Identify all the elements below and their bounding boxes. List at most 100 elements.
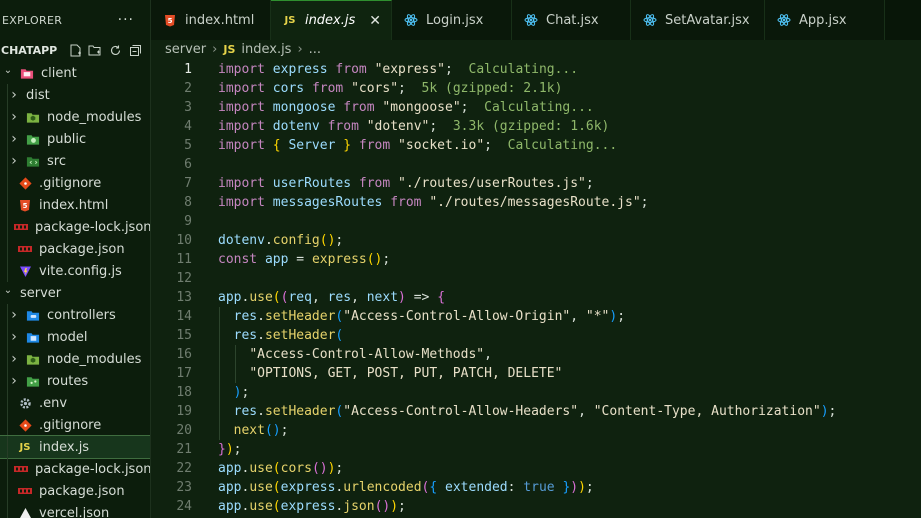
breadcrumb-folder[interactable]: server xyxy=(165,42,206,57)
collapse-all-icon[interactable] xyxy=(128,43,142,57)
folder-item[interactable]: ⌄ client xyxy=(0,62,150,84)
code-line[interactable]: res.setHeader( xyxy=(218,326,344,345)
tab-chat-jsx[interactable]: Chat.jsx xyxy=(512,0,631,40)
svg-text:5: 5 xyxy=(168,17,173,25)
folder-item[interactable]: › src xyxy=(0,150,150,172)
code-line[interactable]: app.use((req, res, next) => { xyxy=(218,288,445,307)
file-item[interactable]: vercel.json xyxy=(0,502,150,518)
indent-guide xyxy=(7,150,8,172)
chevron-down-icon: ⌄ xyxy=(3,65,13,76)
code-indent-guide xyxy=(219,307,220,440)
line-number: 8 xyxy=(184,195,192,210)
refresh-icon[interactable] xyxy=(108,43,122,57)
folder-item[interactable]: › model xyxy=(0,326,150,348)
file-item[interactable]: package.json xyxy=(0,238,150,260)
file-item[interactable]: vite.config.js xyxy=(0,260,150,282)
folder-item[interactable]: › routes xyxy=(0,370,150,392)
code-token: "mongoose" xyxy=(382,100,461,115)
code-token: ; xyxy=(335,461,344,476)
explorer-sidebar: EXPLORER ··· CHATAPP ⌄ client › dist › node_m… xyxy=(0,0,151,518)
code-line[interactable]: import mongoose from "mongoose"; Calcula… xyxy=(218,98,594,117)
breadcrumb: server › JS index.js › ... xyxy=(151,40,921,59)
more-actions-icon[interactable]: ··· xyxy=(118,12,134,28)
file-item[interactable]: package-lock.json xyxy=(0,216,150,238)
folder-item[interactable]: › dist xyxy=(0,84,150,106)
folder-item[interactable]: › public xyxy=(0,128,150,150)
node-folder-icon xyxy=(26,110,40,124)
line-number: 18 xyxy=(176,385,192,400)
code-line[interactable]: import express from "express"; Calculati… xyxy=(218,60,578,79)
code-line[interactable]: next(); xyxy=(218,421,289,440)
code-line[interactable]: app.use(express.json()); xyxy=(218,497,406,516)
code-token: express xyxy=(280,480,336,495)
code-token: import xyxy=(218,62,273,77)
file-item[interactable]: JS index.js xyxy=(0,435,150,459)
code-token: ; xyxy=(617,309,626,324)
breadcrumb-file[interactable]: index.js xyxy=(241,42,291,57)
code-line[interactable]: app.use(express.urlencoded({ extended: t… xyxy=(218,478,594,497)
react-icon xyxy=(524,13,538,27)
controllers-folder-icon xyxy=(26,308,40,322)
project-header[interactable]: CHATAPP xyxy=(0,40,150,60)
tree-item-label: index.js xyxy=(39,439,90,455)
file-item[interactable]: .gitignore xyxy=(0,172,150,194)
code-token: => xyxy=(405,290,438,305)
code-line[interactable]: res.setHeader("Access-Control-Allow-Orig… xyxy=(218,307,625,326)
breadcrumb-symbol[interactable]: ... xyxy=(309,42,321,57)
folder-item[interactable]: › node_modules xyxy=(0,348,150,370)
code-line[interactable]: import dotenv from "dotenv"; 3.3k (gzipp… xyxy=(218,117,609,136)
tab-index-js[interactable]: JS index.js ✕ xyxy=(271,0,392,40)
code-token: ( xyxy=(272,499,281,514)
code-line[interactable]: "Access-Control-Allow-Methods", xyxy=(218,345,492,364)
code-line[interactable]: app.use(cors()); xyxy=(218,459,343,478)
code-token: "*" xyxy=(585,309,610,324)
tab-setavatar-jsx[interactable]: SetAvatar.jsx xyxy=(631,0,765,40)
new-folder-icon[interactable] xyxy=(88,43,102,57)
folder-item[interactable]: ⌄ server xyxy=(0,282,150,304)
code-token: from xyxy=(390,195,430,210)
code-line[interactable]: "OPTIONS, GET, POST, PUT, PATCH, DELETE" xyxy=(218,364,562,383)
code-line[interactable]: ); xyxy=(218,383,250,402)
folder-item[interactable]: › controllers xyxy=(0,304,150,326)
code-line[interactable]: res.setHeader("Access-Control-Allow-Head… xyxy=(218,402,837,421)
code-token: use xyxy=(249,290,273,305)
code-editor[interactable]: 1 import express from "express"; Calculat… xyxy=(151,59,921,518)
code-line[interactable]: }); xyxy=(218,440,241,459)
file-item[interactable]: package-lock.json xyxy=(0,458,150,480)
tree-item-label: src xyxy=(47,153,66,169)
file-item[interactable]: .gitignore xyxy=(0,414,150,436)
file-item[interactable]: package.json xyxy=(0,480,150,502)
vscode-window: EXPLORER ··· CHATAPP ⌄ client › dist › node_m… xyxy=(0,0,921,518)
code-line[interactable]: dotenv.config(); xyxy=(218,231,343,250)
code-line[interactable]: import userRoutes from "./routes/userRou… xyxy=(218,174,594,193)
chevron-down-icon: ⌄ xyxy=(3,285,13,296)
tree-item-label: .env xyxy=(39,395,68,411)
file-item[interactable]: .env xyxy=(0,392,150,414)
tab-app-jsx[interactable]: App.jsx xyxy=(765,0,885,40)
code-token: next xyxy=(233,423,265,438)
code-token: from xyxy=(311,81,352,96)
file-tree: ⌄ client › dist › node_modules › public › src .git… xyxy=(0,62,150,518)
tab-login-jsx[interactable]: Login.jsx xyxy=(392,0,512,40)
chevron-right-icon: › xyxy=(11,329,17,345)
code-token: . xyxy=(264,233,273,248)
close-icon[interactable]: ✕ xyxy=(369,13,381,29)
code-token: "Access-Control-Allow-Methods" xyxy=(249,347,485,362)
tree-item-label: model xyxy=(47,329,88,345)
line-number: 10 xyxy=(176,233,192,248)
code-token: import xyxy=(218,138,273,153)
code-line[interactable]: import { Server } from "socket.io"; Calc… xyxy=(218,136,617,155)
code-line[interactable]: import messagesRoutes from "./routes/mes… xyxy=(218,193,649,212)
code-line[interactable]: const app = express(); xyxy=(218,250,390,269)
folder-item[interactable]: › node_modules xyxy=(0,106,150,128)
new-file-icon[interactable] xyxy=(68,43,82,57)
code-token: { xyxy=(429,480,446,495)
code-indent-guide xyxy=(235,345,236,383)
file-item[interactable]: 5 index.html xyxy=(0,194,150,216)
code-line[interactable]: import cors from "cors"; 5k (gzipped: 2.… xyxy=(218,79,562,98)
code-token: true xyxy=(523,480,563,495)
tab-index-html[interactable]: 5 index.html xyxy=(151,0,271,40)
line-number: 19 xyxy=(176,404,192,419)
